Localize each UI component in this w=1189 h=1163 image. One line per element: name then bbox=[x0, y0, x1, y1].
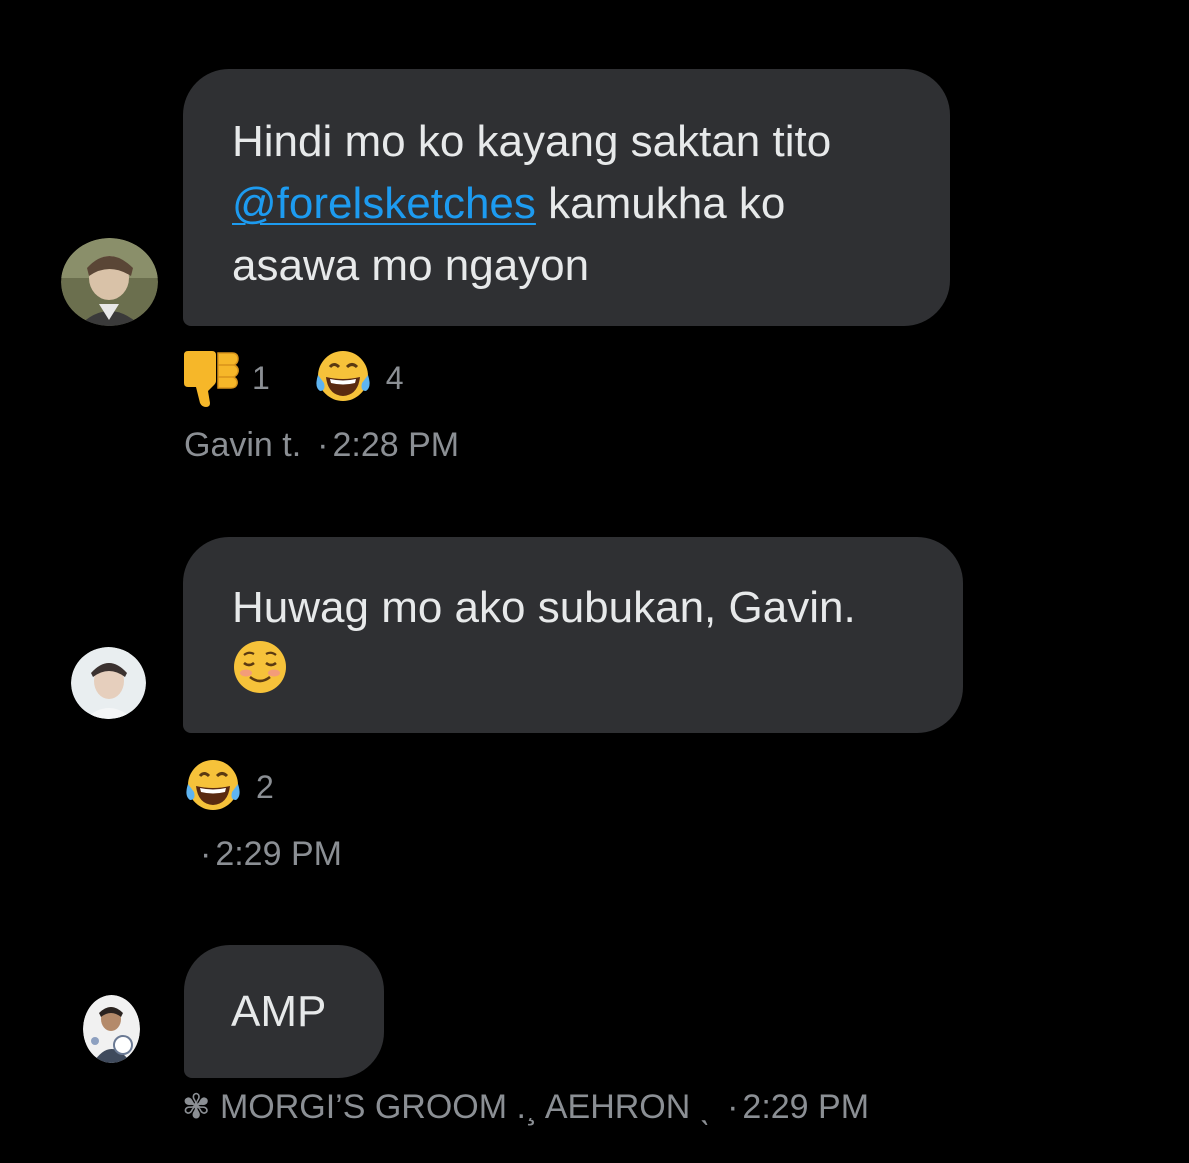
message-text: Hindi mo ko kayang saktan tito bbox=[232, 117, 832, 166]
avatar-image bbox=[83, 995, 140, 1063]
dm-conversation: Hindi mo ko kayang saktan tito @forelske… bbox=[0, 0, 1189, 1163]
tears-of-joy-icon bbox=[316, 351, 370, 401]
thumbs-down-icon bbox=[184, 351, 239, 407]
meta-separator: · bbox=[200, 835, 212, 873]
sender-name[interactable]: MORGI’S GROOM .¸ AEHRON ˎ bbox=[220, 1088, 711, 1126]
avatar-image bbox=[71, 647, 146, 719]
message-bubble-3[interactable]: AMP bbox=[184, 945, 384, 1078]
reaction-count: 1 bbox=[252, 359, 270, 396]
avatar-image bbox=[61, 238, 158, 326]
meta-separator: · bbox=[317, 426, 329, 464]
sender-name[interactable]: Gavin t. bbox=[184, 426, 301, 464]
smiling-face-icon bbox=[234, 641, 286, 693]
message-bubble-1[interactable]: Hindi mo ko kayang saktan tito @forelske… bbox=[183, 69, 950, 326]
reactions-row-2: 2 bbox=[182, 755, 316, 819]
reaction-count: 2 bbox=[256, 768, 274, 805]
meta-separator: · bbox=[727, 1088, 739, 1126]
reaction-tears-of-joy[interactable]: 2 bbox=[182, 756, 274, 818]
avatar-aehron[interactable] bbox=[83, 995, 140, 1063]
message-bubble-2[interactable]: Huwag mo ako subukan, Gavin. bbox=[183, 537, 963, 733]
reaction-thumbs-down[interactable]: 1 bbox=[182, 347, 270, 409]
timestamp: 2:29 PM bbox=[215, 835, 342, 873]
message-emoji bbox=[232, 639, 288, 712]
reaction-tears-of-joy[interactable]: 4 bbox=[312, 347, 404, 409]
message-meta-1: Gavin t. · 2:28 PM bbox=[184, 426, 459, 465]
tears-of-joy-icon bbox=[186, 760, 240, 810]
mention-link[interactable]: @forelsketches bbox=[232, 179, 536, 228]
reactions-row-1: 1 4 bbox=[182, 346, 446, 410]
sender-flower: ✾ bbox=[182, 1088, 211, 1126]
message-text: Huwag mo ako subukan, Gavin. bbox=[232, 583, 856, 632]
message-meta-3: ✾ MORGI’S GROOM .¸ AEHRON ˎ · 2:29 PM bbox=[182, 1087, 869, 1127]
message-text: AMP bbox=[231, 987, 327, 1036]
timestamp: 2:29 PM bbox=[742, 1088, 870, 1126]
avatar-user[interactable] bbox=[71, 647, 146, 719]
avatar-gavin[interactable] bbox=[61, 238, 158, 326]
reaction-count: 4 bbox=[385, 359, 404, 396]
message-meta-2: · 2:29 PM bbox=[184, 835, 342, 874]
timestamp: 2:28 PM bbox=[332, 426, 460, 464]
